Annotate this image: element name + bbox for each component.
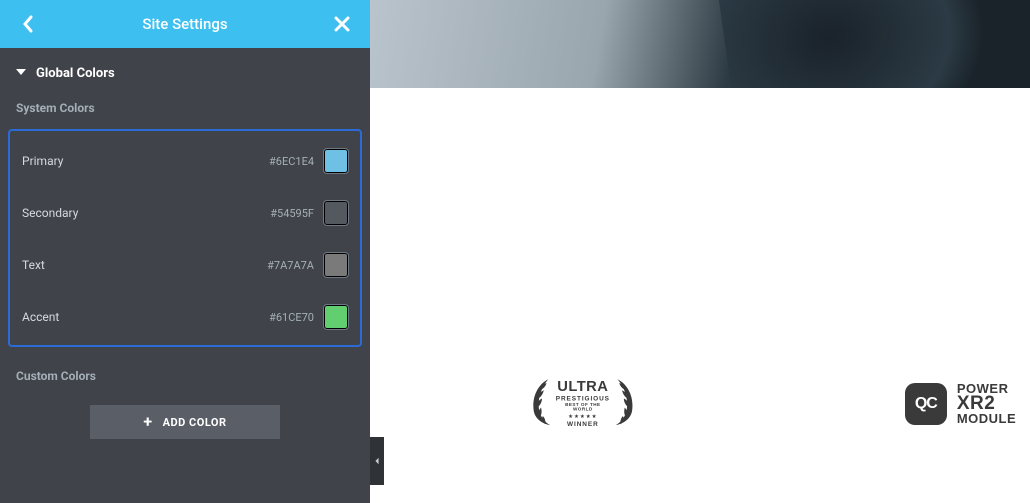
section-title-label: Global Colors [36, 66, 115, 81]
color-label: Text [22, 258, 267, 272]
laurel-right-icon [612, 377, 636, 430]
laurel-stars: ★★★★★ [556, 414, 610, 420]
qc-icon: QC [905, 383, 947, 425]
back-button[interactable] [14, 10, 42, 38]
sidebar-header: Site Settings [0, 0, 370, 48]
qc-line3: MODULE [957, 413, 1016, 425]
logo-row: ULTRA PRESTIGIOUS BEST OF THE WORLD ★★★★… [370, 375, 1030, 433]
color-swatch[interactable] [324, 149, 348, 173]
global-colors-section-header[interactable]: Global Colors [0, 48, 370, 91]
laurel-left-icon [530, 377, 554, 430]
plus-icon: + [143, 414, 152, 430]
color-row-text[interactable]: Text #7A7A7A [16, 239, 354, 291]
color-label: Accent [22, 310, 269, 324]
preview-canvas: ULTRA PRESTIGIOUS BEST OF THE WORLD ★★★★… [370, 0, 1030, 503]
hero-image-strip [370, 0, 1030, 88]
add-color-button[interactable]: + ADD COLOR [90, 405, 280, 439]
color-label: Primary [22, 154, 269, 168]
color-row-secondary[interactable]: Secondary #54595F [16, 187, 354, 239]
close-button[interactable] [328, 10, 356, 38]
panel-title: Site Settings [142, 15, 227, 33]
color-label: Secondary [22, 206, 270, 220]
color-swatch[interactable] [324, 305, 348, 329]
qc-power-badge: QC POWER XR2 MODULE [905, 383, 1016, 426]
custom-colors-label: Custom Colors [0, 347, 370, 399]
system-colors-label: System Colors [0, 91, 370, 129]
color-hex: #7A7A7A [267, 259, 314, 272]
color-row-accent[interactable]: Accent #61CE70 [16, 291, 354, 343]
laurel-line4: WINNER [556, 421, 610, 427]
laurel-line1: ULTRA [556, 380, 610, 395]
color-swatch[interactable] [324, 253, 348, 277]
caret-down-icon [16, 66, 26, 81]
laurel-line3: BEST OF THE WORLD [556, 403, 610, 412]
add-color-label: ADD COLOR [163, 416, 227, 429]
color-swatch[interactable] [324, 201, 348, 225]
award-laurel-badge: ULTRA PRESTIGIOUS BEST OF THE WORLD ★★★★… [530, 377, 636, 430]
color-hex: #6EC1E4 [269, 155, 314, 168]
color-row-primary[interactable]: Primary #6EC1E4 [16, 135, 354, 187]
color-hex: #61CE70 [269, 311, 314, 324]
settings-sidebar: Site Settings Global Colors System Color… [0, 0, 370, 503]
system-colors-group: Primary #6EC1E4 Secondary #54595F Text #… [8, 129, 362, 347]
preview-area: ULTRA PRESTIGIOUS BEST OF THE WORLD ★★★★… [370, 88, 1030, 503]
color-hex: #54595F [270, 207, 314, 220]
